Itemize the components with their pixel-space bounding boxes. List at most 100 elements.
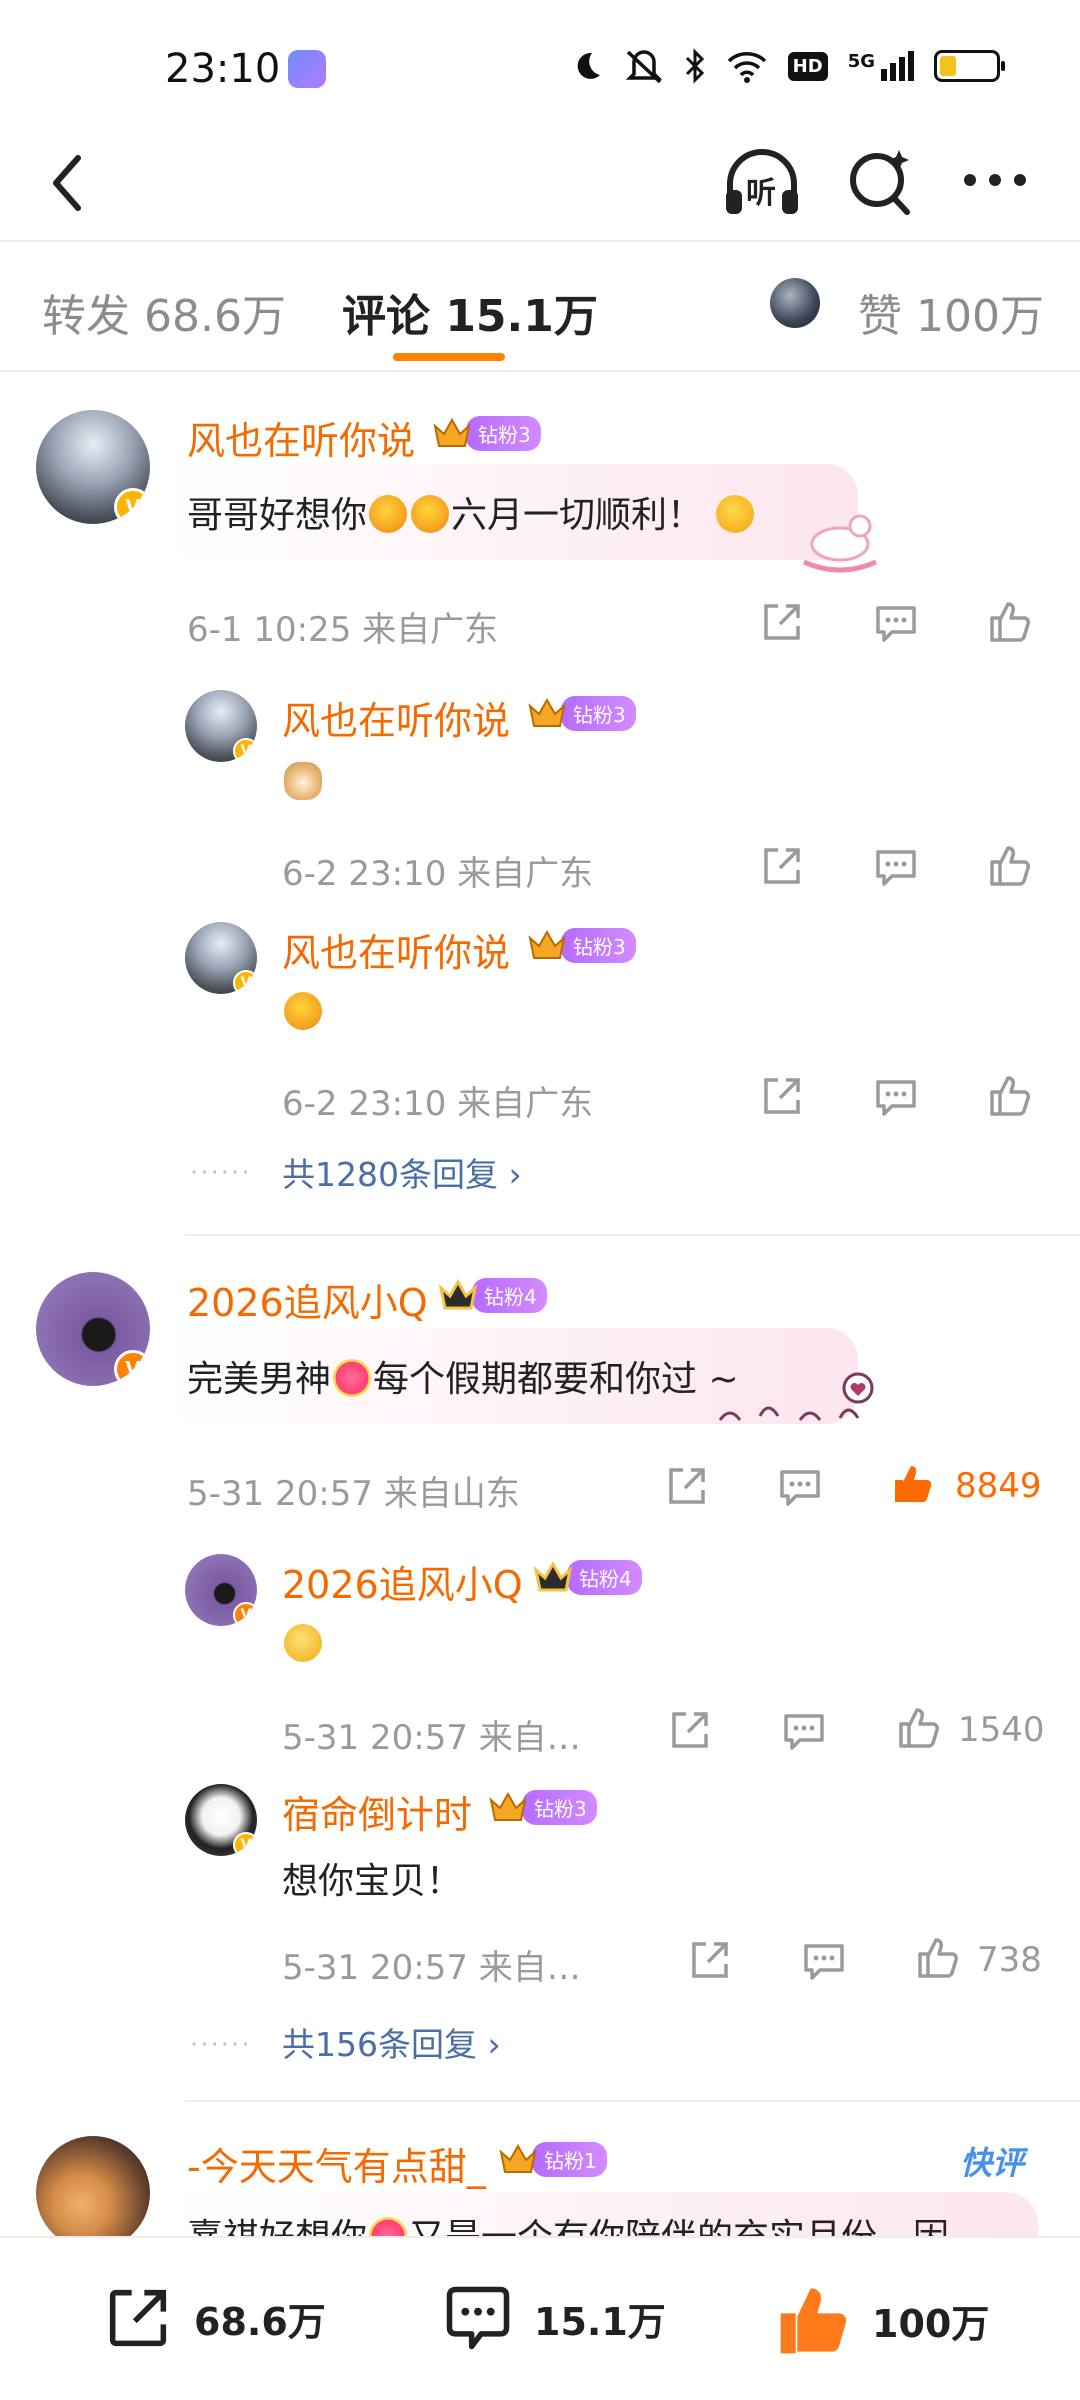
back-arrow-icon[interactable] — [38, 148, 98, 218]
more-options-icon[interactable] — [960, 160, 1030, 200]
comment-username[interactable]: 风也在听你说 — [187, 410, 415, 465]
liked-icon — [780, 2288, 847, 2354]
reply-icon[interactable] — [776, 1462, 824, 1510]
verified-badge-icon: V — [114, 1350, 150, 1386]
avatar[interactable]: V — [185, 1554, 257, 1626]
crown-icon — [489, 1791, 527, 1821]
fan-badge: 钻粉3 — [488, 1789, 597, 1825]
like-icon[interactable] — [986, 1072, 1034, 1120]
comment-meta: 5-31 20:57 来自山东 — [187, 1474, 520, 1514]
rocking-horse-sticker-icon — [802, 514, 878, 573]
yum-emoji-icon — [716, 495, 755, 533]
repost-button[interactable]: 68.6万 — [100, 2280, 326, 2356]
like-count: 1540 — [958, 1710, 1045, 1750]
reply-icon[interactable] — [872, 598, 920, 646]
bottom-action-bar: 68.6万 15.1万 100万 — [0, 2236, 1080, 2400]
share-icon[interactable] — [663, 1462, 711, 1510]
listen-label: 听 — [746, 176, 776, 211]
moon-icon — [577, 52, 600, 79]
crown-icon — [528, 929, 566, 959]
comment-username[interactable]: 2026追风小Q — [187, 1272, 428, 1327]
comment-username[interactable]: -今天天气有点甜_ — [187, 2136, 486, 2191]
share-icon — [109, 2289, 167, 2347]
verified-badge-icon: V — [233, 738, 257, 762]
reply-username[interactable]: 风也在听你说 — [282, 922, 510, 977]
tab-bar: 转发 68.6万 评论 15.1万 赞 100万 — [0, 240, 1080, 370]
more-replies-link[interactable]: 共156条回复 › — [282, 2018, 501, 2066]
more-dots: ······ — [190, 1158, 252, 1188]
tab-comments[interactable]: 评论 15.1万 — [342, 280, 598, 344]
fan-badge: 钻粉3 — [527, 695, 636, 731]
dog-emoji-icon — [284, 762, 322, 800]
more-replies-link[interactable]: 共1280条回复 › — [282, 1148, 522, 1196]
verified-badge-icon: V — [233, 1602, 257, 1626]
tab-reposts[interactable]: 转发 68.6万 — [42, 280, 286, 344]
heart-eyes-emoji-icon — [333, 1359, 372, 1397]
like-icon[interactable] — [986, 842, 1034, 890]
comment-text: 哥哥好想你 六月一切顺利！ — [187, 486, 756, 538]
battery-icon — [934, 50, 1005, 82]
status-bar: 23:10 HD 5G — [0, 0, 1080, 130]
tab-active-indicator — [393, 353, 505, 361]
search-icon[interactable] — [845, 144, 915, 220]
tab-likes[interactable]: 赞 100万 — [858, 280, 1044, 344]
fan-badge: 钻粉1 — [498, 2141, 607, 2177]
5g-signal-icon: 5G — [848, 51, 914, 81]
reply-meta: 6-2 23:10 来自广东 — [282, 1084, 594, 1124]
crown-icon — [528, 697, 566, 727]
share-icon[interactable] — [758, 1072, 806, 1120]
fan-badge: 钻粉3 — [432, 415, 541, 451]
like-icon[interactable] — [986, 598, 1034, 646]
reply-icon[interactable] — [872, 842, 920, 890]
fan-badge: 钻粉4 — [533, 1559, 642, 1595]
like-count: 8849 — [955, 1466, 1042, 1506]
avatar[interactable] — [36, 2136, 150, 2250]
crown-icon — [438, 1278, 478, 1310]
nav-bar: 听 — [0, 130, 1080, 240]
reply-username[interactable]: 宿命倒计时 — [282, 1784, 472, 1839]
avatar[interactable]: V — [36, 1272, 150, 1386]
share-icon[interactable] — [666, 1706, 714, 1754]
hd-icon: HD — [787, 51, 828, 81]
crown-icon — [533, 1560, 573, 1592]
like-icon[interactable] — [914, 1934, 962, 1982]
comment-button[interactable]: 15.1万 — [440, 2280, 666, 2356]
app-notification-icon — [288, 50, 326, 88]
mute-icon — [625, 50, 662, 84]
avatar[interactable]: V — [185, 922, 257, 994]
reply-icon[interactable] — [780, 1706, 828, 1754]
reply-icon[interactable] — [800, 1936, 848, 1984]
comment-separator — [185, 1234, 1080, 1236]
avatar[interactable]: V — [185, 690, 257, 762]
liked-icon[interactable] — [889, 1460, 937, 1508]
verified-badge-icon: V — [233, 1832, 257, 1856]
listen-button[interactable]: 听 — [720, 140, 804, 224]
reply-meta: 6-2 23:10 来自广东 — [282, 854, 594, 894]
verified-badge-icon: V — [114, 488, 150, 524]
quick-comment-tag: 快评 — [960, 2144, 1025, 2182]
wifi-icon — [727, 52, 766, 83]
reply-meta: 5-31 20:57 来自… — [282, 1718, 581, 1758]
liker-avatar — [770, 278, 820, 328]
verified-badge-icon: V — [233, 970, 257, 994]
comment-meta: 6-1 10:25 来自广东 — [187, 610, 499, 650]
status-icons: HD 5G — [570, 48, 1005, 84]
reply-icon[interactable] — [872, 1072, 920, 1120]
hug-emoji-icon — [411, 495, 450, 533]
crown-icon — [433, 417, 471, 447]
status-time: 23:10 — [165, 46, 281, 92]
tabs-divider — [0, 370, 1080, 372]
reply-username[interactable]: 2026追风小Q — [282, 1554, 523, 1609]
share-icon[interactable] — [758, 598, 806, 646]
reply-username[interactable]: 风也在听你说 — [282, 690, 510, 745]
avatar[interactable]: V — [185, 1784, 257, 1856]
share-icon[interactable] — [686, 1936, 734, 1984]
fan-badge: 钻粉4 — [438, 1277, 547, 1313]
like-button[interactable]: 100万 — [774, 2280, 989, 2360]
avatar[interactable]: V — [36, 410, 150, 524]
comment-icon — [446, 2286, 510, 2350]
hug-emoji-icon — [284, 992, 322, 1030]
reply-meta: 5-31 20:57 来自… — [282, 1948, 581, 1988]
like-icon[interactable] — [895, 1704, 943, 1752]
share-icon[interactable] — [758, 842, 806, 890]
